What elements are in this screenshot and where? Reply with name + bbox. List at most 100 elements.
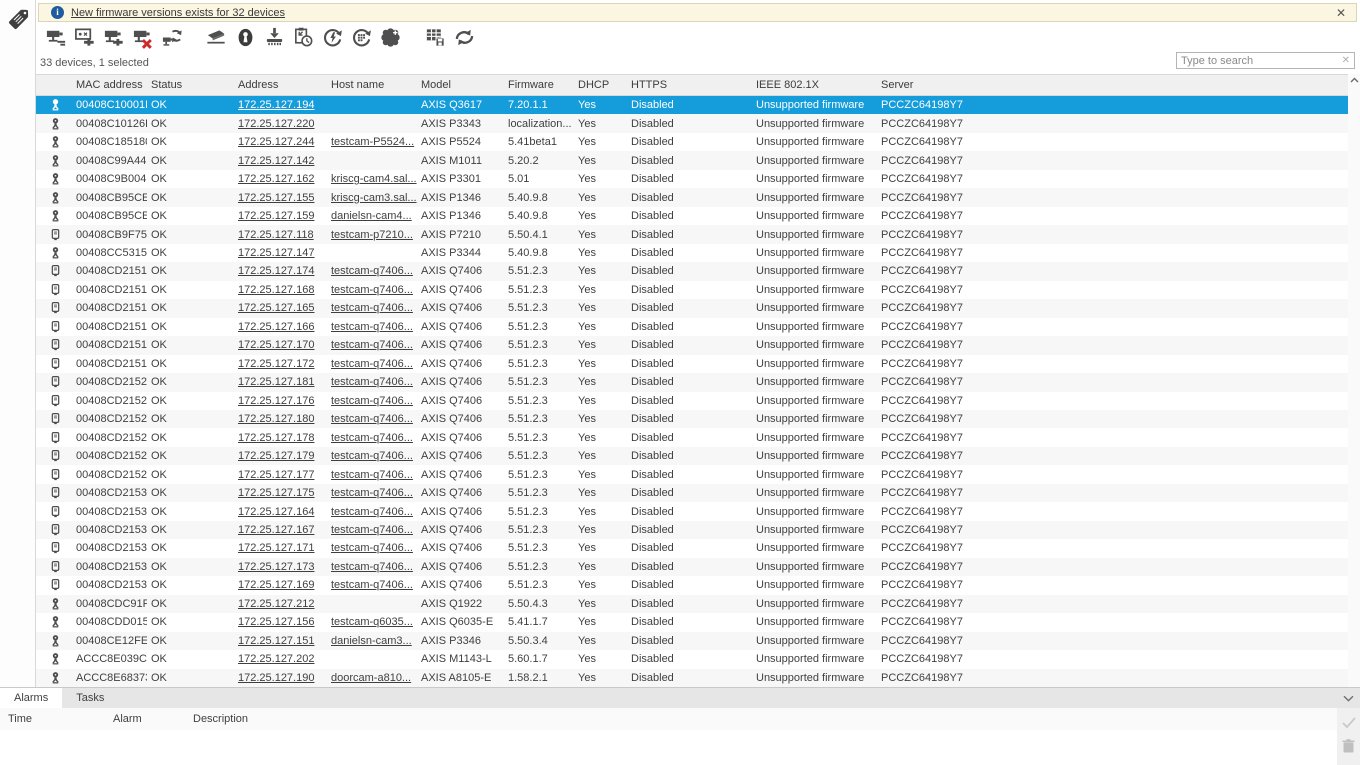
device-hostname-link[interactable]: testcam-p7210... bbox=[331, 229, 413, 241]
assign-ip-address-icon[interactable] bbox=[42, 24, 71, 51]
alarm-column-alarm[interactable]: Alarm bbox=[105, 708, 185, 730]
device-hostname-link[interactable]: testcam-q7406... bbox=[331, 265, 413, 277]
device-hostname-link[interactable]: testcam-q7406... bbox=[331, 542, 413, 554]
table-row[interactable]: 00408CD21535OK172.25.127.167testcam-q740… bbox=[36, 521, 1348, 539]
acknowledge-check-icon[interactable] bbox=[1342, 714, 1356, 730]
device-address-link[interactable]: 172.25.127.147 bbox=[238, 247, 314, 259]
add-device-icon[interactable] bbox=[100, 24, 129, 51]
device-address-link[interactable]: 172.25.127.169 bbox=[238, 579, 314, 591]
device-hostname-link[interactable]: testcam-q7406... bbox=[331, 469, 413, 481]
column-https[interactable]: HTTPS bbox=[627, 75, 752, 95]
table-row[interactable]: 00408CE12FEDOK172.25.127.151danielsn-cam… bbox=[36, 632, 1348, 650]
table-row[interactable]: 00408C185180OK172.25.127.244testcam-P552… bbox=[36, 133, 1348, 151]
device-hostname-link[interactable]: testcam-q7406... bbox=[331, 339, 413, 351]
device-hostname-link[interactable]: kriscg-cam4.sal... bbox=[331, 173, 417, 185]
upgrade-firmware-icon[interactable] bbox=[260, 24, 289, 51]
device-hostname-link[interactable]: testcam-q7406... bbox=[331, 506, 413, 518]
add-device-from-address-icon[interactable] bbox=[71, 24, 100, 51]
device-address-link[interactable]: 172.25.127.176 bbox=[238, 395, 314, 407]
device-address-link[interactable]: 172.25.127.175 bbox=[238, 487, 314, 499]
panel-collapse-button[interactable] bbox=[1336, 688, 1360, 708]
device-address-link[interactable]: 172.25.127.170 bbox=[238, 339, 314, 351]
table-row[interactable]: 00408CD21527OK172.25.127.181testcam-q740… bbox=[36, 373, 1348, 391]
device-hostname-link[interactable]: testcam-q7406... bbox=[331, 321, 413, 333]
table-row[interactable]: 00408C9B004EOK172.25.127.162kriscg-cam4.… bbox=[36, 170, 1348, 188]
device-hostname-link[interactable]: testcam-q7406... bbox=[331, 487, 413, 499]
device-hostname-link[interactable]: testcam-q7406... bbox=[331, 432, 413, 444]
table-row[interactable]: 00408CD21518OK172.25.127.166testcam-q740… bbox=[36, 318, 1348, 336]
table-row[interactable]: 00408CB95CE6OK172.25.127.155kriscg-cam3.… bbox=[36, 188, 1348, 206]
device-address-link[interactable]: 172.25.127.118 bbox=[238, 229, 314, 241]
table-row[interactable]: 00408CDC91FCOK172.25.127.212AXIS Q19225.… bbox=[36, 595, 1348, 613]
tag-icon[interactable] bbox=[5, 6, 35, 36]
device-address-link[interactable]: 172.25.127.220 bbox=[238, 118, 314, 130]
column-ieee-8021x[interactable]: IEEE 802.1X bbox=[752, 75, 877, 95]
backup-schedule-icon[interactable] bbox=[289, 24, 318, 51]
table-row[interactable]: 00408CD21515OK172.25.127.174testcam-q740… bbox=[36, 262, 1348, 280]
table-row[interactable]: 00408CD21538OK172.25.127.169testcam-q740… bbox=[36, 576, 1348, 594]
column-dhcp[interactable]: DHCP bbox=[574, 75, 627, 95]
column-host-name[interactable]: Host name bbox=[327, 75, 417, 95]
table-row[interactable]: 00408CB9F75COK172.25.127.118testcam-p721… bbox=[36, 225, 1348, 243]
refresh-icon[interactable] bbox=[450, 24, 479, 51]
device-hostname-link[interactable]: testcam-P5524... bbox=[331, 136, 414, 148]
table-row[interactable]: 00408C99A44BOK172.25.127.142AXIS M10115.… bbox=[36, 151, 1348, 169]
restart-device-icon[interactable] bbox=[318, 24, 347, 51]
device-address-link[interactable]: 172.25.127.171 bbox=[238, 542, 314, 554]
device-hostname-link[interactable]: testcam-q7406... bbox=[331, 358, 413, 370]
table-row[interactable]: 00408CD21533OK172.25.127.175testcam-q740… bbox=[36, 484, 1348, 502]
column-mac-address[interactable]: MAC address bbox=[72, 75, 147, 95]
table-row[interactable]: 00408CD2151AOK172.25.127.172testcam-q740… bbox=[36, 355, 1348, 373]
device-address-link[interactable]: 172.25.127.177 bbox=[238, 469, 314, 481]
table-row[interactable]: 00408CD21519OK172.25.127.170testcam-q740… bbox=[36, 336, 1348, 354]
table-row[interactable]: 00408CC5315AOK172.25.127.147AXIS P33445.… bbox=[36, 244, 1348, 262]
device-hostname-link[interactable]: kriscg-cam3.sal... bbox=[331, 192, 417, 204]
close-icon[interactable]: ✕ bbox=[1332, 6, 1350, 20]
table-row[interactable]: 00408CD21529OK172.25.127.180testcam-q740… bbox=[36, 410, 1348, 428]
table-row[interactable]: 00408CD21537OK172.25.127.173testcam-q740… bbox=[36, 558, 1348, 576]
search-input[interactable] bbox=[1177, 53, 1338, 68]
device-hostname-link[interactable]: testcam-q6035... bbox=[331, 616, 413, 628]
install-application-icon[interactable] bbox=[376, 24, 405, 51]
firmware-notification-link[interactable]: New firmware versions exists for 32 devi… bbox=[71, 7, 285, 19]
alarm-column-time[interactable]: Time bbox=[0, 708, 105, 730]
device-address-link[interactable]: 172.25.127.167 bbox=[238, 524, 314, 536]
device-hostname-link[interactable]: testcam-q7406... bbox=[331, 450, 413, 462]
device-address-link[interactable]: 172.25.127.194 bbox=[238, 99, 314, 111]
device-address-link[interactable]: 172.25.127.180 bbox=[238, 413, 314, 425]
device-address-link[interactable]: 172.25.127.165 bbox=[238, 302, 314, 314]
device-address-link[interactable]: 172.25.127.151 bbox=[238, 635, 314, 647]
device-address-link[interactable]: 172.25.127.174 bbox=[238, 265, 314, 277]
column-server[interactable]: Server bbox=[877, 75, 1348, 95]
device-address-link[interactable]: 172.25.127.181 bbox=[238, 376, 314, 388]
connect-device-icon[interactable] bbox=[202, 24, 231, 51]
device-address-link[interactable]: 172.25.127.173 bbox=[238, 561, 314, 573]
device-address-link[interactable]: 172.25.127.202 bbox=[238, 653, 314, 665]
device-address-link[interactable]: 172.25.127.159 bbox=[238, 210, 314, 222]
device-address-link[interactable]: 172.25.127.178 bbox=[238, 432, 314, 444]
device-address-link[interactable]: 172.25.127.155 bbox=[238, 192, 314, 204]
device-address-link[interactable]: 172.25.127.156 bbox=[238, 616, 314, 628]
column-address[interactable]: Address bbox=[234, 75, 327, 95]
table-row[interactable]: 00408CD2152COK172.25.127.177testcam-q740… bbox=[36, 465, 1348, 483]
export-report-icon[interactable] bbox=[421, 24, 450, 51]
device-hostname-link[interactable]: testcam-q7406... bbox=[331, 524, 413, 536]
security-icon[interactable] bbox=[231, 24, 260, 51]
column-status[interactable]: Status bbox=[147, 75, 234, 95]
table-scrollbar[interactable] bbox=[1348, 74, 1360, 687]
device-address-link[interactable]: 172.25.127.164 bbox=[238, 506, 314, 518]
device-address-link[interactable]: 172.25.127.212 bbox=[238, 598, 314, 610]
device-hostname-link[interactable]: danielsn-cam3... bbox=[331, 635, 412, 647]
replace-device-icon[interactable] bbox=[158, 24, 187, 51]
device-hostname-link[interactable]: testcam-q7406... bbox=[331, 395, 413, 407]
device-address-link[interactable]: 172.25.127.168 bbox=[238, 284, 314, 296]
device-hostname-link[interactable]: testcam-q7406... bbox=[331, 561, 413, 573]
device-address-link[interactable]: 172.25.127.179 bbox=[238, 450, 314, 462]
table-row[interactable]: 00408CD21517OK172.25.127.165testcam-q740… bbox=[36, 299, 1348, 317]
table-row[interactable]: ACCC8E68373AOK172.25.127.190doorcam-a810… bbox=[36, 669, 1348, 687]
table-row[interactable]: 00408CB95CEDOK172.25.127.159danielsn-cam… bbox=[36, 207, 1348, 225]
table-row[interactable]: 00408CD21536OK172.25.127.171testcam-q740… bbox=[36, 539, 1348, 557]
alarm-column-description[interactable]: Description bbox=[185, 708, 1337, 730]
device-address-link[interactable]: 172.25.127.190 bbox=[238, 672, 314, 684]
device-address-link[interactable]: 172.25.127.244 bbox=[238, 136, 314, 148]
